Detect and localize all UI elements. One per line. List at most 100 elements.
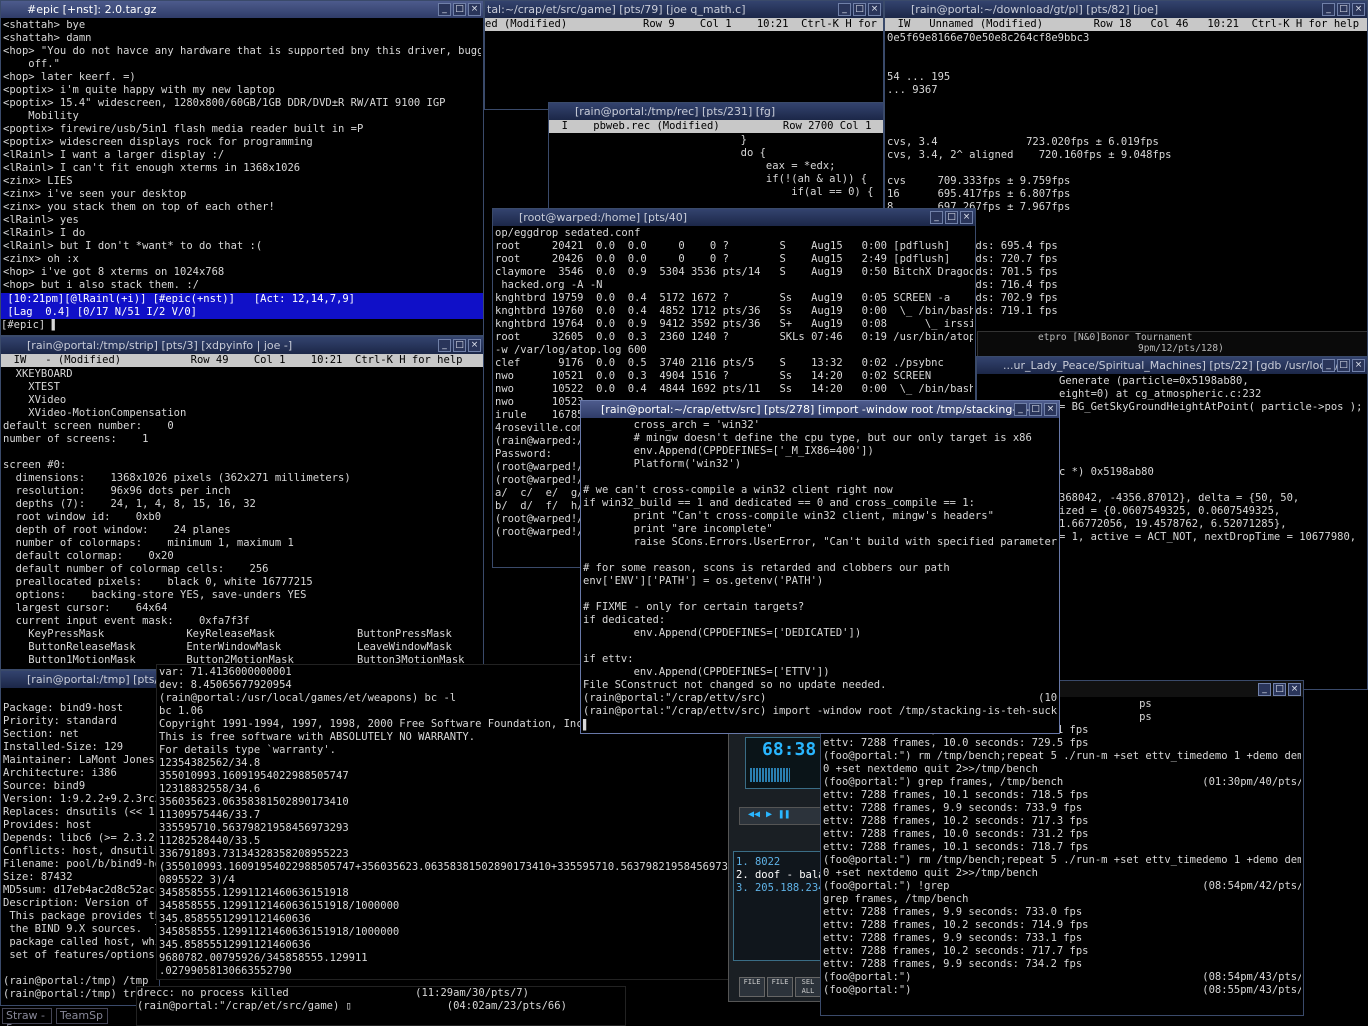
gdb-line bbox=[1059, 479, 1365, 492]
playlist-buttons[interactable]: FILE FILE SEL ALL bbox=[739, 977, 821, 997]
maximize-icon[interactable]: □ bbox=[1029, 403, 1042, 416]
close-icon[interactable]: × bbox=[468, 3, 481, 16]
apt-line: MD5sum: d17eb4ac2d8c52acc5 bbox=[3, 884, 157, 896]
irc-input[interactable]: [#epic] ▌ bbox=[1, 319, 483, 332]
code-line: (rain@portal:"/crap/ettv/src) (10:21pm/1… bbox=[583, 692, 1057, 704]
maximize-icon[interactable]: □ bbox=[453, 339, 466, 352]
code-line: if ettv: bbox=[583, 653, 634, 665]
apt-line: (rain@portal:/tmp) /tmp bbox=[3, 975, 149, 987]
close-icon[interactable]: × bbox=[1352, 3, 1365, 16]
playlist-button[interactable]: SEL ALL bbox=[795, 977, 821, 997]
irc-message: <shattah> bye bbox=[3, 19, 86, 31]
gdb-titlebar[interactable]: ...ur_Lady_Peace/Spiritual_Machines] [pt… bbox=[977, 357, 1367, 374]
irc-message: <poptix> 15.4" widescreen, 1280x800/60GB… bbox=[3, 97, 446, 109]
ps-titlebar[interactable]: [root@warped:/home] [pts/40] _ □ × bbox=[493, 209, 975, 226]
maximize-icon[interactable]: □ bbox=[453, 3, 466, 16]
xdpyinfo-line: ButtonReleaseMask EnterWindowMask LeaveW… bbox=[3, 641, 452, 653]
apt-titlebar[interactable]: [rain@portal:/tmp] [pts/ bbox=[1, 671, 159, 688]
playlist-item[interactable]: 3. 205.188.234 bbox=[736, 882, 826, 895]
rec-titlebar[interactable]: [rain@portal:/tmp/rec] [pts/231] [fg] bbox=[549, 103, 883, 120]
gdb-line: 1.66772056, 19.4578762, 6.52071285}, bbox=[1059, 518, 1287, 530]
close-icon[interactable]: × bbox=[1352, 359, 1365, 372]
minimize-icon[interactable]: _ bbox=[438, 339, 451, 352]
minimize-icon[interactable]: _ bbox=[1322, 3, 1335, 16]
joe-math-window[interactable]: tal:~/crap/et/src/game] [pts/79] [joe q_… bbox=[484, 0, 884, 110]
bench-line: ettv: 7288 frames, 10.2 seconds: 717.3 f… bbox=[823, 815, 1089, 827]
text-line bbox=[887, 97, 1365, 110]
minimize-icon[interactable]: _ bbox=[438, 3, 451, 16]
irc-message: Mobility bbox=[3, 110, 79, 122]
rec-window[interactable]: [rain@portal:/tmp/rec] [pts/231] [fg] I … bbox=[548, 102, 884, 212]
ps-line: op/eggdrop sedated.conf bbox=[495, 227, 641, 239]
close-icon[interactable]: × bbox=[868, 3, 881, 16]
apt-window[interactable]: [rain@portal:/tmp] [pts/ Package: bind9-… bbox=[0, 670, 160, 1006]
game-prompt-line[interactable]: (rain@portal:"/crap/et/src/game) ▯ (04:0… bbox=[137, 1000, 625, 1013]
bottom-terminal[interactable]: drecc: no process killed (11:29am/30/pts… bbox=[136, 986, 626, 1026]
gdb-line: c *) 0x5198ab80 bbox=[1059, 466, 1154, 478]
code-line: # mingw doesn't define the cpu type, but… bbox=[583, 432, 1032, 444]
minimize-icon[interactable]: _ bbox=[930, 211, 943, 224]
playlist-item[interactable]: 1. 8022 bbox=[736, 856, 826, 869]
bench-line: (foo@portal:") rm /tmp/bench;repeat 5 ./… bbox=[823, 854, 1301, 866]
taskbar-tab-teamspeak[interactable]: TeamSp bbox=[56, 1008, 108, 1024]
text-line: 54 ... 195 bbox=[887, 71, 951, 83]
apt-line: set of features/options. bbox=[3, 949, 157, 961]
playlist-item[interactable]: 2. doof - bala bbox=[736, 869, 826, 882]
joe-math-titlebar[interactable]: tal:~/crap/et/src/game] [pts/79] [joe q_… bbox=[485, 1, 883, 18]
irc-message: <zinx> oh :x bbox=[3, 253, 79, 265]
irc-message: <hop> "You do not havce any hardware tha… bbox=[3, 45, 481, 57]
playlist-button[interactable]: FILE bbox=[767, 977, 793, 997]
minimize-icon[interactable]: _ bbox=[1258, 683, 1271, 696]
maximize-icon[interactable]: □ bbox=[1337, 3, 1350, 16]
ps-title: [root@warped:/home] [pts/40] bbox=[519, 211, 688, 224]
xdpyinfo-line: largest cursor: 64x64 bbox=[3, 602, 168, 614]
maximize-icon[interactable]: □ bbox=[853, 3, 866, 16]
irc-message: <zinx> i've seen your desktop bbox=[3, 188, 187, 200]
irc-titlebar[interactable]: #epic [+nst]: 2.0.tar.gz _ □ × bbox=[1, 1, 483, 18]
playlist[interactable]: 1. 8022 2. doof - bala 3. 205.188.234 bbox=[733, 851, 827, 961]
gtpl-titlebar[interactable]: [rain@portal:~/download/gt/pl] [pts/82] … bbox=[885, 1, 1367, 18]
scons-window[interactable]: [rain@portal:~/crap/ettv/src] [pts/278] … bbox=[580, 400, 1060, 734]
text-line bbox=[887, 123, 1365, 136]
bc-line: 12318832558/34.6 bbox=[159, 783, 261, 795]
playlist-button[interactable]: FILE bbox=[739, 977, 765, 997]
irc-message: <hop> but i also stack them. :/ bbox=[3, 279, 199, 291]
irc-message: <lRainl> I want a larger display :/ bbox=[3, 149, 225, 161]
scons-titlebar[interactable]: [rain@portal:~/crap/ettv/src] [pts/278] … bbox=[581, 401, 1059, 418]
rec-status: I pbweb.rec (Modified) Row 2700 Col 1 bbox=[549, 120, 883, 133]
xdpyinfo-window[interactable]: [rain@portal:/tmp/strip] [pts/3] [xdpyin… bbox=[0, 336, 484, 670]
irc-message: <zinx> you stack them on top of each oth… bbox=[3, 201, 275, 213]
player-controls[interactable]: ◀◀ ▶ ❚❚ bbox=[739, 807, 827, 825]
ps-line: knghtbrd 19760 0.0 0.4 4852 1712 pts/36 … bbox=[495, 305, 973, 317]
irc-message: <zinx> LIES bbox=[3, 175, 73, 187]
close-icon[interactable]: × bbox=[960, 211, 973, 224]
maximize-icon[interactable]: □ bbox=[1273, 683, 1286, 696]
close-icon[interactable]: × bbox=[1288, 683, 1301, 696]
maximize-icon[interactable]: □ bbox=[1337, 359, 1350, 372]
irc-window[interactable]: #epic [+nst]: 2.0.tar.gz _ □ × <shattah> b… bbox=[0, 0, 484, 336]
gdb-line bbox=[1059, 414, 1365, 427]
close-icon[interactable]: × bbox=[1044, 403, 1057, 416]
bench-line: grep frames, /tmp/bench bbox=[823, 893, 969, 905]
xdpyinfo-line: number of colormaps: minimum 1, maximum … bbox=[3, 537, 294, 549]
xdpyinfo-titlebar[interactable]: [rain@portal:/tmp/strip] [pts/3] [xdpyin… bbox=[1, 337, 483, 354]
minimize-icon[interactable]: _ bbox=[1322, 359, 1335, 372]
xdpyinfo-line: dimensions: 1368x1026 pixels (362x271 mi… bbox=[3, 472, 351, 484]
media-player[interactable]: 68:38 ◀◀ ▶ ❚❚ 1. 8022 2. doof - bala 3. 20… bbox=[728, 732, 828, 1002]
process-msg: drecc: no process killed (11:29am/30/pts… bbox=[137, 987, 529, 999]
apt-line: Depends: libc6 (>= 2.3.2-1 bbox=[3, 832, 157, 844]
bc-line: .02799058130663552790 bbox=[159, 965, 292, 977]
scons-cursor[interactable]: ▌ bbox=[581, 719, 1059, 732]
code-line: # for some reason, scons is retarded and… bbox=[583, 562, 950, 574]
apt-line: (rain@portal:/tmp) tribes2 bbox=[3, 988, 157, 1000]
code-line: if(!(ah & al)) { bbox=[551, 173, 868, 185]
text-line: cvs, 3.4 723.020fps ± 6.019fps bbox=[887, 136, 1159, 148]
xdpyinfo-line: XKEYBOARD bbox=[3, 368, 73, 380]
taskbar-tab-straw[interactable]: Straw - 5 bbox=[2, 1008, 52, 1026]
close-icon[interactable]: × bbox=[468, 339, 481, 352]
bc-line: 336791893.73134328358208955223 bbox=[159, 848, 349, 860]
minimize-icon[interactable]: _ bbox=[838, 3, 851, 16]
minimize-icon[interactable]: _ bbox=[1014, 403, 1027, 416]
maximize-icon[interactable]: □ bbox=[945, 211, 958, 224]
code-line: if(al == 0) { bbox=[551, 186, 874, 198]
